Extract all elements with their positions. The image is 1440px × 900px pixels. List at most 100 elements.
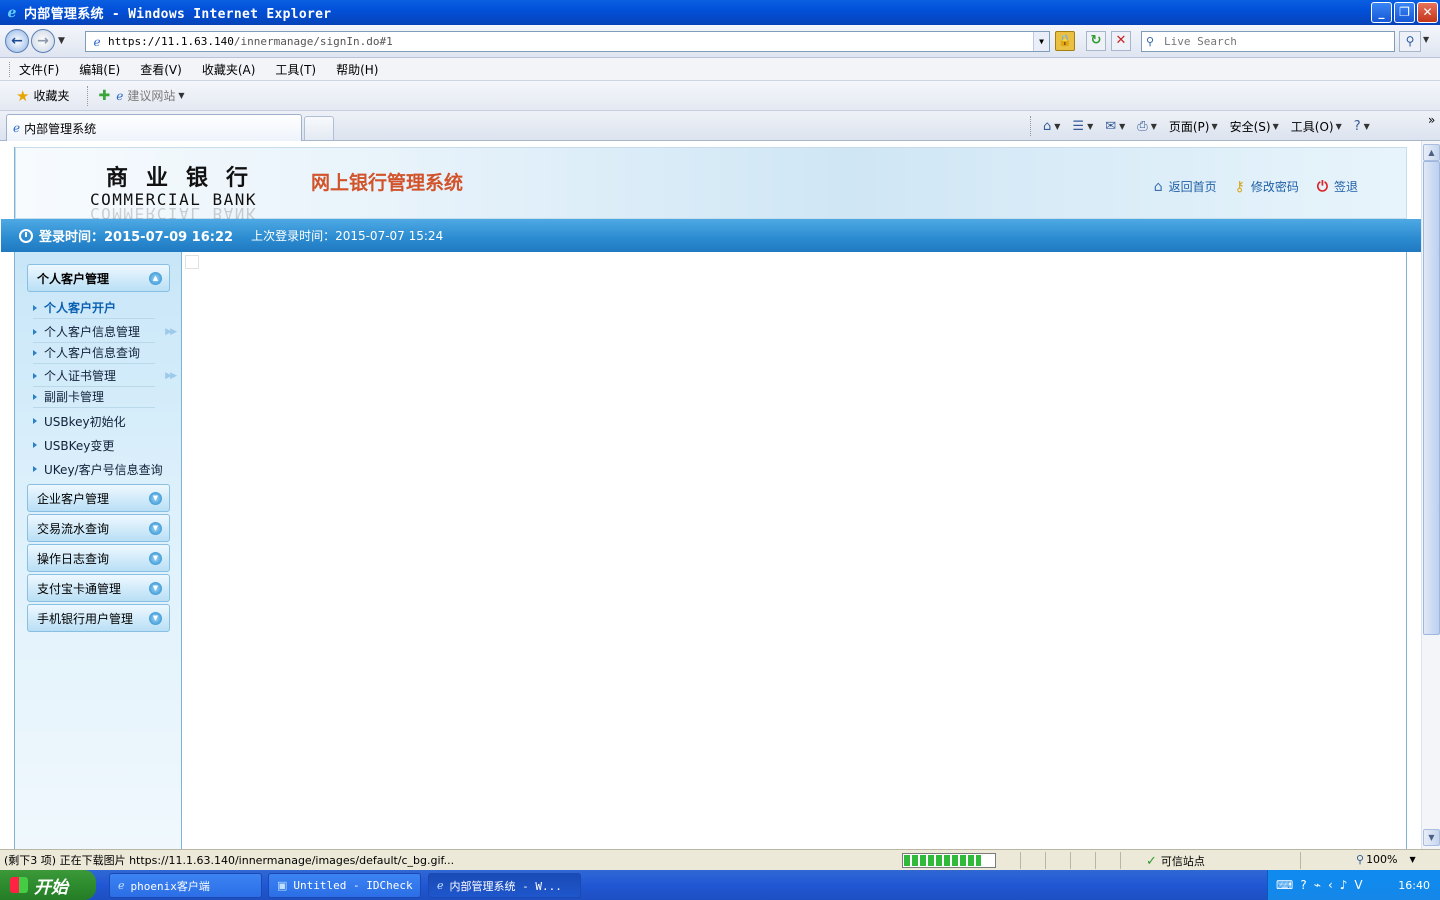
sidebar-group-label: 企业客户管理 [37, 491, 110, 506]
menu-file[interactable]: 文件(F) [19, 61, 59, 78]
scroll-up-button[interactable]: ▲ [1423, 144, 1440, 161]
menu-edit[interactable]: 编辑(E) [79, 61, 120, 78]
sidebar-group-alipay-card[interactable]: 支付宝卡通管理 ▼ [27, 574, 170, 602]
command-separator [1030, 116, 1031, 136]
security-zone-label: 可信站点 [1160, 855, 1205, 868]
window-title: 内部管理系统 - Windows Internet Explorer [24, 7, 332, 22]
tools-dropdown[interactable]: ▼ [1336, 122, 1342, 131]
network-icon[interactable]: ⌁ [1314, 878, 1321, 892]
menu-bar: 文件(F) 编辑(E) 查看(V) 收藏夹(A) 工具(T) 帮助(H) [0, 58, 1440, 81]
expand-arrow-icon: ▼ [149, 522, 162, 535]
sidebar-group-enterprise[interactable]: 企业客户管理 ▼ [27, 484, 170, 512]
suggested-sites-dropdown[interactable]: ▼ [178, 91, 184, 100]
sidebar-item-label: 个人证书管理 [44, 369, 117, 383]
print-dropdown[interactable]: ▼ [1151, 122, 1157, 131]
vertical-scrollbar[interactable]: ▲ ▼ [1421, 141, 1440, 849]
sidebar-item-secondary-card[interactable]: 副副卡管理 [33, 386, 155, 408]
refresh-button[interactable]: ↻ [1086, 31, 1106, 51]
stop-button[interactable]: ✕ [1111, 31, 1131, 51]
window-titlebar: ℯ 内部管理系统 - Windows Internet Explorer _ ❐… [0, 0, 1440, 25]
feeds-icon[interactable]: ☰ [1072, 119, 1084, 134]
ie-icon: ℯ [437, 879, 444, 892]
taskbar-item-ie[interactable]: ℯ 内部管理系统 - W... [428, 873, 581, 898]
page-menu[interactable]: 页面(P) [1169, 118, 1210, 135]
menu-help[interactable]: 帮助(H) [336, 61, 378, 78]
menu-favorites[interactable]: 收藏夹(A) [202, 61, 256, 78]
zoom-dropdown[interactable]: ▼ [1410, 855, 1416, 864]
sidebar-item-personal-cert-management[interactable]: 个人证书管理 ▶▶ [33, 365, 177, 387]
logout-link[interactable]: ⏻ 签退 [1317, 178, 1358, 195]
lock-icon[interactable]: 🔒 [1055, 31, 1075, 51]
help-icon[interactable]: ? [1354, 119, 1361, 134]
page-dropdown[interactable]: ▼ [1211, 122, 1217, 131]
sidebar-item-usbkey-init[interactable]: USBkey初始化 [33, 410, 155, 432]
scroll-down-button[interactable]: ▼ [1423, 829, 1440, 846]
more-commands-chevron-icon[interactable]: » [1428, 113, 1435, 127]
sidebar-item-ukey-query[interactable]: UKey/客户号信息查询 [33, 458, 163, 480]
clock-icon [19, 228, 33, 243]
add-favorite-icon[interactable]: ✚ [98, 88, 110, 104]
arrow-tray-icon[interactable]: ‹ [1328, 878, 1333, 892]
search-options-dropdown[interactable]: ▼ [1423, 35, 1429, 44]
favorites-star-icon[interactable]: ★ [16, 87, 29, 105]
restore-button[interactable]: ❐ [1394, 2, 1415, 23]
favorites-button[interactable]: 收藏夹 [33, 87, 69, 104]
sidebar-group-operation-log[interactable]: 操作日志查询 ▼ [27, 544, 170, 572]
tab-active[interactable]: ℯ 内部管理系统 [6, 114, 302, 141]
home-icon[interactable]: ⌂ [1043, 119, 1051, 134]
key-icon: ⚷ [1234, 178, 1245, 195]
mail-dropdown[interactable]: ▼ [1119, 122, 1125, 131]
bullet-icon [33, 418, 37, 424]
app-icon: ▣ [277, 879, 288, 892]
scroll-thumb[interactable] [1423, 161, 1440, 635]
security-zone[interactable]: ✓ 可信站点 [1146, 853, 1205, 869]
search-box[interactable]: ⚲ [1141, 31, 1395, 52]
status-divider [1045, 852, 1046, 869]
home-dropdown[interactable]: ▼ [1054, 122, 1060, 131]
mail-icon[interactable]: ✉ [1105, 119, 1116, 134]
sidebar-group-label: 操作日志查询 [37, 551, 110, 566]
minimize-button[interactable]: _ [1371, 2, 1392, 23]
sidebar-item-personal-info-management[interactable]: 个人客户信息管理 ▶▶ [33, 321, 177, 343]
feeds-dropdown[interactable]: ▼ [1087, 122, 1093, 131]
safety-dropdown[interactable]: ▼ [1273, 122, 1279, 131]
suggested-sites-link[interactable]: 建议网站 [127, 87, 175, 104]
expand-arrow-icon: ▼ [149, 612, 162, 625]
sidebar-item-personal-open-account[interactable]: 个人客户开户 [33, 297, 155, 319]
back-button[interactable]: ← [5, 29, 29, 53]
home-link-label: 返回首页 [1168, 180, 1217, 194]
forward-button[interactable]: → [31, 29, 55, 53]
vc-tray-icon[interactable]: V [1354, 878, 1362, 892]
close-button[interactable]: ✕ [1417, 2, 1438, 23]
menu-tools[interactable]: 工具(T) [275, 61, 316, 78]
change-password-link[interactable]: ⚷ 修改密码 [1235, 178, 1299, 195]
home-link[interactable]: ⌂ 返回首页 [1154, 178, 1217, 195]
help-dropdown[interactable]: ▼ [1364, 122, 1370, 131]
toolbar-grip [9, 61, 12, 77]
sidebar-item-usbkey-change[interactable]: USBKey变更 [33, 434, 155, 456]
start-label: 开始 [34, 877, 68, 898]
keyboard-icon[interactable]: ⌨ [1276, 878, 1293, 892]
volume-icon[interactable]: ♪ [1340, 878, 1348, 892]
address-dropdown[interactable]: ▼ [1033, 32, 1049, 51]
taskbar-item-idcheck[interactable]: ▣ Untitled - IDCheck [268, 873, 421, 898]
print-icon[interactable]: ⎙ [1137, 119, 1147, 134]
start-button[interactable]: 开始 [0, 870, 96, 900]
safety-menu[interactable]: 安全(S) [1230, 118, 1271, 135]
menu-view[interactable]: 查看(V) [140, 61, 182, 78]
sidebar-group-personal[interactable]: 个人客户管理 ▲ [27, 264, 170, 292]
sidebar-group-transactions[interactable]: 交易流水查询 ▼ [27, 514, 170, 542]
login-info-bar: 登录时间：2015-07-09 16:22 上次登录时间：2015-07-07 … [1, 219, 1435, 252]
sidebar-item-personal-info-query[interactable]: 个人客户信息查询 [33, 342, 155, 364]
sidebar-group-mobile-banking[interactable]: 手机银行用户管理 ▼ [27, 604, 170, 632]
new-tab-button[interactable] [304, 116, 334, 140]
tools-menu[interactable]: 工具(O) [1291, 118, 1334, 135]
zoom-control[interactable]: ⚲ 100% ▼ [1356, 853, 1416, 866]
taskbar-item-phoenix[interactable]: ℯ phoenix客户端 [109, 873, 262, 898]
search-input[interactable] [1164, 35, 1384, 48]
history-dropdown[interactable]: ▼ [58, 36, 70, 46]
address-input[interactable]: ℯ https://11.1.63.140/innermanage/signIn… [85, 31, 1050, 52]
help-tray-icon[interactable]: ? [1300, 878, 1306, 892]
search-go-button[interactable]: ⚲ [1399, 31, 1421, 52]
address-toolbar: ← → ▼ ℯ https://11.1.63.140/innermanage/… [0, 25, 1440, 58]
